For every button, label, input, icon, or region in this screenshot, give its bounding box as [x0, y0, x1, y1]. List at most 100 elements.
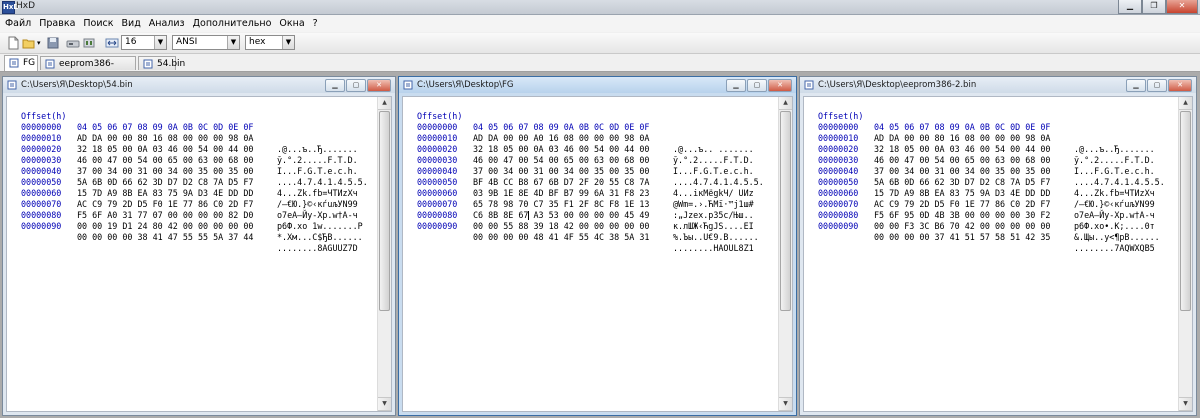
row-ascii[interactable]: :„Jzex.pЗ5с/Њш..	[673, 210, 754, 221]
open-folder-icon[interactable]	[22, 36, 36, 50]
save-icon[interactable]	[46, 36, 60, 50]
hex-row[interactable]: 00000090 00 00 00 00 48 41 4F 55 4C 38 5…	[403, 210, 754, 253]
hex-row[interactable]: 00000090 00 00 00 00 37 41 51 57 58 51 4…	[804, 210, 1155, 253]
row-hex-bytes[interactable]: 37 00 34 00 31 00 34 00 35 00 35 00	[473, 166, 649, 177]
editor-title-bar[interactable]: C:\Users\Я\Desktop\54.bin ▁ ▢ ✕	[3, 77, 395, 93]
row-hex-bytes[interactable]: 32 18 05 00 0A 03 46 00 54 00 44 00	[77, 144, 253, 155]
row-ascii[interactable]: ........7AQWXQB5	[1074, 243, 1155, 254]
vertical-scrollbar[interactable]: ▲ ▼	[1178, 97, 1192, 411]
row-hex-bytes[interactable]: 5A 6B 0D 66 62 3D D7 D2 C8 7A D5 F7	[874, 177, 1050, 188]
hex-row[interactable]: 00000060 AC C9 79 2D D5 F0 1E 77 86 C0 2…	[804, 177, 1155, 220]
hex-row[interactable]: 00000040 5A 6B 0D 66 62 3D D7 D2 C8 7A D…	[804, 155, 1155, 198]
editor-maximize-button[interactable]: ▢	[747, 79, 767, 92]
tab-54-bin[interactable]: 54.bin	[138, 56, 185, 70]
row-hex-bytes[interactable]: 32 18 05 00 0A 03 46 00 54 00 44 00	[473, 144, 649, 155]
hex-editor-view[interactable]: Offset(h) 04 05 06 07 08 09 0A 0B 0C 0D …	[6, 96, 392, 412]
row-hex-bytes[interactable]: 15 7D A9 8B EA 83 75 9A D3 4E DD DD	[77, 188, 253, 199]
hex-row[interactable]: 00000010 32 18 05 00 0A 03 46 00 54 00 4…	[7, 122, 358, 165]
row-hex-bytes[interactable]: 00 00 F3 3C B6 70 42 00 00 00 00 00	[874, 221, 1050, 232]
hex-row[interactable]: 00000070 F5 6F A0 31 77 07 00 00 00 00 8…	[7, 188, 363, 231]
row-ascii[interactable]: р6Ф.хо•.K;....0т	[1074, 221, 1155, 232]
row-ascii[interactable]: 4...Zk.fb=ЧТИzХч	[277, 188, 358, 199]
row-hex-bytes[interactable]: 00 00 55 88 39 18 42 00 00 00 00 00	[473, 221, 649, 232]
hex-row[interactable]: 00000020 46 00 47 00 54 00 65 00 63 00 6…	[7, 133, 358, 176]
row-hex-bytes[interactable]: AC C9 79 2D D5 F0 1E 77 86 C0 2D F7	[874, 199, 1050, 210]
editor-close-button[interactable]: ✕	[367, 79, 391, 92]
menu-search[interactable]: Поиск	[83, 18, 113, 29]
row-ascii[interactable]: о7еА—Йу-Хр.w†А-ч	[1074, 210, 1155, 221]
row-ascii[interactable]: *.Хм...С$ЂВ......	[277, 232, 363, 243]
editor-close-button[interactable]: ✕	[768, 79, 792, 92]
open-ram-icon[interactable]	[82, 36, 96, 50]
scroll-down-arrow-icon[interactable]: ▼	[779, 397, 792, 411]
row-hex-bytes[interactable]: 00 00 00 00 48 41 4F 55 4C 38 5A 31	[473, 232, 649, 243]
row-hex-bytes[interactable]: C6 8B 8E 67 A3 53 00 00 00 00 45 49	[473, 210, 649, 221]
editor-window-54-bin[interactable]: C:\Users\Я\Desktop\54.bin ▁ ▢ ✕ Offset(h…	[2, 76, 396, 416]
close-button[interactable]: ✕	[1166, 0, 1198, 14]
hex-row[interactable]: 00000070 F5 6F 95 0D 4B 3B 00 00 00 00 3…	[804, 188, 1155, 231]
charset-select[interactable]: ANSI ▼	[172, 35, 240, 50]
minimize-button[interactable]: ▁	[1118, 0, 1142, 14]
new-file-icon[interactable]	[6, 36, 20, 50]
scrollbar-thumb[interactable]	[780, 111, 791, 311]
hex-row[interactable]: 00000010 32 18 05 00 0A 03 46 00 54 00 4…	[804, 122, 1155, 165]
row-ascii[interactable]: ....4.7.4.1.4.5.5.	[1074, 177, 1165, 188]
hex-row[interactable]: 00000060 65 78 98 70 C7 35 F1 2F 8C F8 1…	[403, 177, 754, 220]
hex-row[interactable]: 00000030 37 00 34 00 31 00 34 00 35 00 3…	[804, 144, 1165, 187]
maximize-button[interactable]: ❐	[1142, 0, 1166, 14]
row-hex-bytes[interactable]: 37 00 34 00 31 00 34 00 35 00 35 00	[77, 166, 253, 177]
hex-row[interactable]: 00000080 00 00 55 88 39 18 42 00 00 00 0…	[403, 199, 759, 242]
editor-window-eeprom386-2-bin[interactable]: C:\Users\Я\Desktop\eeprom386-2.bin ▁ ▢ ✕…	[799, 76, 1197, 416]
row-hex-bytes[interactable]: 65 78 98 70 C7 35 F1 2F 8C F8 1E 13	[473, 199, 649, 210]
row-ascii[interactable]: .@...ъ.. .......	[673, 144, 754, 155]
row-ascii[interactable]: ....4.7.4.1.4.5.5.	[277, 177, 368, 188]
row-ascii[interactable]: к.лШЖ‹ЋgЈS....EI	[673, 221, 754, 232]
row-hex-bytes[interactable]: F5 6F A0 31 77 07 00 00 00 00 82 D0	[77, 210, 253, 221]
scrollbar-thumb[interactable]	[1180, 111, 1191, 311]
hex-row[interactable]: 00000030 37 00 34 00 31 00 34 00 35 00 3…	[7, 144, 368, 187]
hex-row[interactable]: 00000000 AD DA 00 00 A0 16 08 00 00 00 9…	[403, 111, 754, 154]
hex-editor-view[interactable]: Offset(h) 04 05 06 07 08 09 0A 0B 0C 0D …	[803, 96, 1193, 412]
row-hex-bytes[interactable]: 46 00 47 00 54 00 65 00 63 00 68 00	[77, 155, 253, 166]
hex-row[interactable]: 00000060 AC C9 79 2D D5 F0 1E 77 86 C0 2…	[7, 177, 358, 220]
menu-file[interactable]: Файл	[5, 18, 31, 29]
scrollbar-thumb[interactable]	[379, 111, 390, 311]
open-dropdown-arrow-icon[interactable]: ▾	[37, 36, 41, 50]
hex-editor-view[interactable]: Offset(h) 04 05 06 07 08 09 0A 0B 0C 0D …	[402, 96, 793, 412]
scroll-down-arrow-icon[interactable]: ▼	[378, 397, 391, 411]
hex-row[interactable]: 00000040 BF 4B CC B8 67 6B D7 2F 20 55 C…	[403, 155, 754, 198]
scroll-up-arrow-icon[interactable]: ▲	[779, 97, 792, 110]
row-hex-bytes[interactable]: 03 9B 1E 8E 4D BF B7 99 6A 31 F8 23	[473, 188, 649, 199]
editor-minimize-button[interactable]: ▁	[726, 79, 746, 92]
row-hex-bytes[interactable]: F5 6F 95 0D 4B 3B 00 00 00 00 30 F2	[874, 210, 1050, 221]
menu-extra[interactable]: Дополнительно	[193, 18, 272, 29]
row-ascii[interactable]: I...F.G.T.e.c.h.	[277, 166, 358, 177]
hex-row[interactable]: 00000010 32 18 05 00 0A 03 46 00 54 00 4…	[403, 122, 754, 165]
hex-row[interactable]: 00000020 46 00 47 00 54 00 65 00 63 00 6…	[804, 133, 1155, 176]
menu-help[interactable]: ?	[313, 18, 318, 29]
row-ascii[interactable]: 4...ікМёgkЧ/ UИz	[673, 188, 754, 199]
hex-row[interactable]: 00000050 15 7D A9 8B EA 83 75 9A D3 4E D…	[7, 166, 358, 209]
row-ascii[interactable]: ....4.7.4.1.4.5.5.	[673, 177, 764, 188]
row-hex-bytes[interactable]: AC C9 79 2D D5 F0 1E 77 86 C0 2D F7	[77, 199, 253, 210]
editor-minimize-button[interactable]: ▁	[1126, 79, 1146, 92]
scroll-up-arrow-icon[interactable]: ▲	[1179, 97, 1192, 110]
row-hex-bytes[interactable]: 00 00 19 D1 24 80 42 00 00 00 00 00	[77, 221, 253, 232]
tab-fg[interactable]: FG	[4, 55, 38, 71]
hex-row[interactable]: 00000000 AD DA 00 00 80 16 08 00 00 00 9…	[7, 111, 358, 154]
editor-title-bar[interactable]: C:\Users\Я\Desktop\FG ▁ ▢ ✕	[399, 77, 796, 93]
editor-title-bar[interactable]: C:\Users\Я\Desktop\eeprom386-2.bin ▁ ▢ ✕	[800, 77, 1196, 93]
editor-window-fg[interactable]: C:\Users\Я\Desktop\FG ▁ ▢ ✕ Offset(h) 04…	[398, 76, 797, 416]
row-ascii[interactable]: &.Щы..у<¶pB......	[1074, 232, 1160, 243]
row-hex-bytes[interactable]: 37 00 34 00 31 00 34 00 35 00 35 00	[874, 166, 1050, 177]
row-ascii[interactable]: ў.°.2.....F.T.D.	[673, 155, 754, 166]
menu-view[interactable]: Вид	[122, 18, 141, 29]
row-ascii[interactable]: @Wm=.›.ЋМї·™j1ш#	[673, 199, 754, 210]
editor-maximize-button[interactable]: ▢	[346, 79, 366, 92]
open-disk-icon[interactable]	[66, 36, 80, 50]
row-ascii[interactable]: .@...ъ..Ђ.......	[277, 144, 358, 155]
row-hex-bytes[interactable]: 32 18 05 00 0A 03 46 00 54 00 44 00	[874, 144, 1050, 155]
row-hex-bytes[interactable]: 00 00 00 00 38 41 47 55 55 5A 37 44	[77, 232, 253, 243]
row-hex-bytes[interactable]: AD DA 00 00 A0 16 08 00 00 00 98 0A	[473, 133, 649, 144]
vertical-scrollbar[interactable]: ▲ ▼	[377, 97, 391, 411]
